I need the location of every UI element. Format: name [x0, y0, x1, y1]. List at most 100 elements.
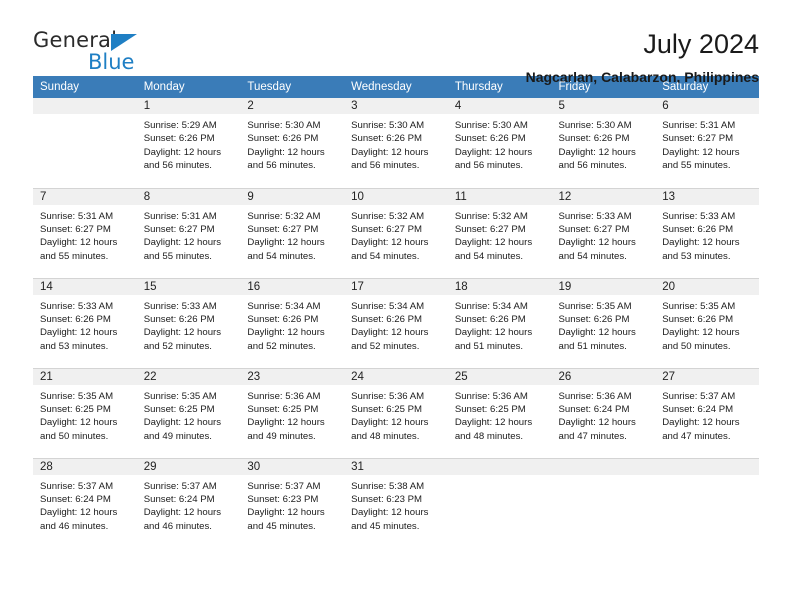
sunrise-time: Sunrise: 5:35 AM	[662, 300, 736, 312]
daylight-duration-line1: Daylight: 12 hours	[454, 237, 533, 249]
sunset-time: Sunset: 6:26 PM	[143, 133, 215, 145]
sunset-time: Sunset: 6:26 PM	[143, 313, 215, 325]
calendar-day-cell[interactable]: 30 Sunrise: 5:37 AM Sunset: 6:23 PM Dayligh…	[240, 458, 345, 548]
page-title: July 2024	[643, 29, 759, 59]
sunrise-time: Sunrise: 5:33 AM	[143, 300, 217, 312]
weekday-header-wednesday: Wednesday	[344, 76, 448, 98]
sun-info: Sunrise: 5:29 AM Sunset: 6:26 PM Daylight:…	[137, 114, 241, 173]
calendar-day-cell[interactable]: 14 Sunrise: 5:33 AM Sunset: 6:26 PM Dayligh…	[33, 278, 137, 369]
day-number: 24	[344, 368, 448, 385]
daylight-duration-line2: and 53 minutes.	[662, 250, 731, 262]
calendar-day-cell[interactable]: 12 Sunrise: 5:33 AM Sunset: 6:27 PM Dayligh…	[551, 188, 656, 279]
calendar-day-cell[interactable]: 29 Sunrise: 5:37 AM Sunset: 6:24 PM Dayligh…	[136, 458, 241, 548]
calendar-day-cell[interactable]: 17 Sunrise: 5:34 AM Sunset: 6:26 PM Dayligh…	[344, 278, 448, 369]
sunset-time: Sunset: 6:26 PM	[351, 313, 423, 325]
calendar-week-row: 7 Sunrise: 5:31 AM Sunset: 6:27 PM Daylight…	[33, 188, 759, 279]
daylight-duration-line2: and 55 minutes.	[143, 250, 212, 262]
day-number	[33, 98, 137, 114]
day-number: 4	[447, 98, 552, 114]
calendar-day-cell[interactable]: 6 Sunrise: 5:31 AM Sunset: 6:27 PM Daylight…	[655, 98, 759, 189]
calendar-day-cell[interactable]: 20 Sunrise: 5:35 AM Sunset: 6:26 PM Dayligh…	[655, 278, 759, 369]
sunrise-time: Sunrise: 5:37 AM	[247, 480, 321, 492]
sunrise-time: Sunrise: 5:32 AM	[351, 210, 425, 222]
sunrise-time: Sunrise: 5:33 AM	[558, 210, 632, 222]
sunset-time: Sunset: 6:26 PM	[662, 223, 734, 235]
daylight-duration-line1: Daylight: 12 hours	[558, 237, 636, 249]
calendar-day-cell[interactable]: 24 Sunrise: 5:36 AM Sunset: 6:25 PM Dayligh…	[344, 368, 448, 459]
sunset-time: Sunset: 6:26 PM	[454, 133, 526, 145]
daylight-duration-line1: Daylight: 12 hours	[40, 417, 118, 429]
calendar-day-cell-empty	[33, 98, 137, 189]
daylight-duration-line1: Daylight: 12 hours	[558, 327, 636, 339]
day-number: 12	[551, 188, 656, 205]
calendar-day-cell[interactable]: 4 Sunrise: 5:30 AM Sunset: 6:26 PM Daylight…	[447, 98, 552, 189]
calendar-day-cell[interactable]: 21 Sunrise: 5:35 AM Sunset: 6:25 PM Dayligh…	[33, 368, 137, 459]
sunset-time: Sunset: 6:25 PM	[40, 403, 111, 415]
calendar-day-cell[interactable]: 1 Sunrise: 5:29 AM Sunset: 6:26 PM Daylight…	[136, 98, 241, 189]
calendar-day-cell[interactable]: 11 Sunrise: 5:32 AM Sunset: 6:27 PM Dayligh…	[447, 188, 552, 279]
calendar-day-cell[interactable]: 23 Sunrise: 5:36 AM Sunset: 6:25 PM Dayligh…	[240, 368, 345, 459]
calendar-day-cell[interactable]: 27 Sunrise: 5:37 AM Sunset: 6:24 PM Dayligh…	[655, 368, 759, 459]
calendar-day-cell[interactable]: 3 Sunrise: 5:30 AM Sunset: 6:26 PM Daylight…	[344, 98, 448, 189]
sun-info: Sunrise: 5:33 AM Sunset: 6:26 PM Daylight:…	[137, 295, 241, 354]
sun-info: Sunrise: 5:31 AM Sunset: 6:27 PM Daylight:…	[655, 114, 759, 173]
sunset-time: Sunset: 6:26 PM	[558, 133, 630, 145]
sunset-time: Sunset: 6:26 PM	[662, 313, 734, 325]
logo-text-general: General	[33, 28, 118, 52]
daylight-duration-line2: and 50 minutes.	[662, 340, 731, 352]
daylight-duration-line1: Daylight: 12 hours	[143, 507, 222, 519]
daylight-duration-line2: and 56 minutes.	[143, 160, 212, 172]
calendar-day-cell[interactable]: 8 Sunrise: 5:31 AM Sunset: 6:27 PM Daylight…	[136, 188, 241, 279]
calendar-week-row: 14 Sunrise: 5:33 AM Sunset: 6:26 PM Dayligh…	[33, 278, 759, 369]
calendar-day-cell[interactable]: 25 Sunrise: 5:36 AM Sunset: 6:25 PM Dayligh…	[447, 368, 552, 459]
calendar-day-cell[interactable]: 15 Sunrise: 5:33 AM Sunset: 6:26 PM Dayligh…	[136, 278, 241, 369]
calendar-day-cell[interactable]: 16 Sunrise: 5:34 AM Sunset: 6:26 PM Dayligh…	[240, 278, 345, 369]
daylight-duration-line1: Daylight: 12 hours	[454, 417, 533, 429]
calendar-day-cell[interactable]: 10 Sunrise: 5:32 AM Sunset: 6:27 PM Dayligh…	[344, 188, 448, 279]
triangle-icon	[111, 34, 137, 51]
daylight-duration-line1: Daylight: 12 hours	[662, 327, 740, 339]
daylight-duration-line2: and 47 minutes.	[662, 430, 731, 442]
sun-info: Sunrise: 5:30 AM Sunset: 6:26 PM Daylight:…	[240, 114, 344, 173]
daylight-duration-line2: and 55 minutes.	[662, 160, 731, 172]
day-number: 11	[447, 188, 552, 205]
sunset-time: Sunset: 6:26 PM	[351, 133, 423, 145]
sun-info: Sunrise: 5:38 AM Sunset: 6:23 PM Daylight:…	[344, 475, 448, 534]
sun-info: Sunrise: 5:35 AM Sunset: 6:26 PM Daylight:…	[552, 295, 656, 354]
daylight-duration-line1: Daylight: 12 hours	[558, 417, 636, 429]
calendar-day-cell[interactable]: 9 Sunrise: 5:32 AM Sunset: 6:27 PM Daylight…	[240, 188, 345, 279]
daylight-duration-line2: and 45 minutes.	[247, 520, 316, 532]
sun-info: Sunrise: 5:32 AM Sunset: 6:27 PM Daylight:…	[448, 205, 552, 264]
sunset-time: Sunset: 6:27 PM	[454, 223, 526, 235]
calendar-day-cell[interactable]: 13 Sunrise: 5:33 AM Sunset: 6:26 PM Dayligh…	[655, 188, 759, 279]
sun-info: Sunrise: 5:37 AM Sunset: 6:24 PM Daylight:…	[33, 475, 137, 534]
day-number: 10	[344, 188, 448, 205]
daylight-duration-line1: Daylight: 12 hours	[558, 146, 636, 158]
day-number: 13	[655, 188, 759, 205]
sun-info: Sunrise: 5:31 AM Sunset: 6:27 PM Daylight:…	[137, 205, 241, 264]
day-number: 5	[551, 98, 656, 114]
calendar-day-cell[interactable]: 7 Sunrise: 5:31 AM Sunset: 6:27 PM Daylight…	[33, 188, 137, 279]
general-blue-logo[interactable]: General Blue	[33, 28, 173, 80]
calendar-day-cell[interactable]: 31 Sunrise: 5:38 AM Sunset: 6:23 PM Dayligh…	[344, 458, 448, 548]
day-number: 27	[655, 368, 759, 385]
sunset-time: Sunset: 6:25 PM	[143, 403, 215, 415]
calendar-day-cell[interactable]: 28 Sunrise: 5:37 AM Sunset: 6:24 PM Dayligh…	[33, 458, 137, 548]
day-number: 22	[136, 368, 241, 385]
day-number: 15	[136, 278, 241, 295]
calendar-day-cell[interactable]: 18 Sunrise: 5:34 AM Sunset: 6:26 PM Dayligh…	[447, 278, 552, 369]
daylight-duration-line1: Daylight: 12 hours	[454, 146, 533, 158]
page-header: General Blue July 2024 Nagcarlan, Calaba…	[0, 0, 792, 85]
sunset-time: Sunset: 6:24 PM	[40, 493, 111, 505]
calendar-day-cell[interactable]: 26 Sunrise: 5:36 AM Sunset: 6:24 PM Dayligh…	[551, 368, 656, 459]
daylight-duration-line2: and 45 minutes.	[351, 520, 420, 532]
calendar-day-cell[interactable]: 5 Sunrise: 5:30 AM Sunset: 6:26 PM Daylight…	[551, 98, 656, 189]
day-number: 2	[240, 98, 345, 114]
calendar-day-cell[interactable]: 22 Sunrise: 5:35 AM Sunset: 6:25 PM Dayligh…	[136, 368, 241, 459]
daylight-duration-line1: Daylight: 12 hours	[247, 417, 325, 429]
calendar-day-cell[interactable]: 19 Sunrise: 5:35 AM Sunset: 6:26 PM Dayligh…	[551, 278, 656, 369]
daylight-duration-line1: Daylight: 12 hours	[662, 417, 740, 429]
daylight-duration-line2: and 47 minutes.	[558, 430, 627, 442]
calendar-day-cell[interactable]: 2 Sunrise: 5:30 AM Sunset: 6:26 PM Daylight…	[240, 98, 345, 189]
day-number: 26	[551, 368, 656, 385]
